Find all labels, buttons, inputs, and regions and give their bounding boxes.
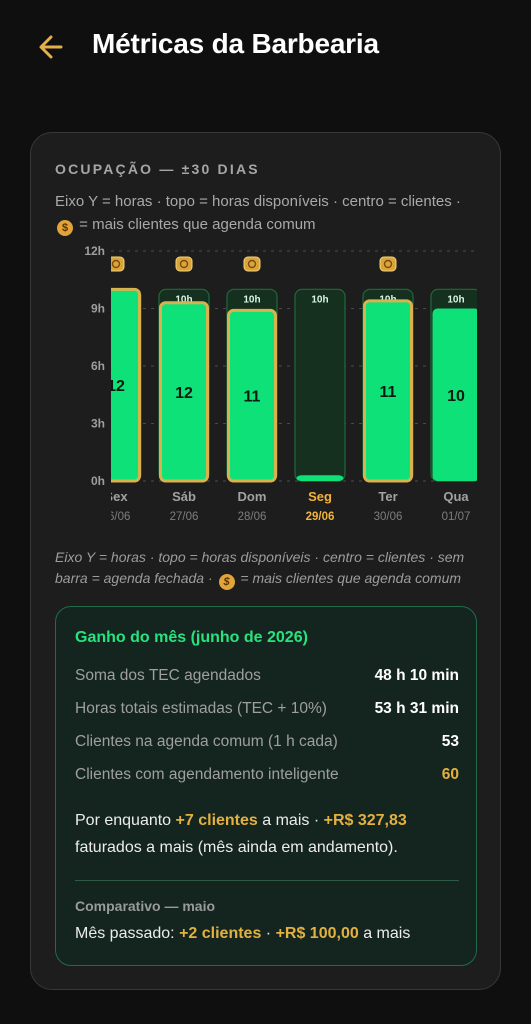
metric-value: 60 <box>441 766 459 783</box>
x-date-label: 29/06 <box>306 511 335 523</box>
occupancy-bar[interactable] <box>296 475 344 481</box>
metric-value: 53 <box>441 733 459 750</box>
compare-summary: Mês passado: +2 clientes · +R$ 100,00 a … <box>75 925 410 943</box>
available-hours-label: 10h <box>311 294 328 305</box>
gain-summary: Por enquanto +7 clientes a mais · +R$ 32… <box>75 807 465 861</box>
compare-text: · <box>261 925 276 942</box>
compare-text: Mês passado: <box>75 925 180 942</box>
compare-text: a mais <box>358 925 411 942</box>
money-bag-icon <box>111 256 125 272</box>
money-bag-icon <box>379 256 397 272</box>
divider <box>75 880 459 881</box>
page-title: Métricas da Barbearia <box>92 28 379 59</box>
summary-text: a mais · <box>257 812 324 829</box>
x-day-label: Qua <box>443 489 469 504</box>
app-header: Métricas da Barbearia <box>0 0 531 100</box>
arrow-left-icon <box>39 35 63 59</box>
gain-title: Ganho do mês (junho de 2026) <box>75 629 308 646</box>
back-button[interactable] <box>34 30 68 64</box>
section-title: OCUPAÇÃO — ±30 DIAS <box>55 161 260 177</box>
x-date-label: 28/06 <box>238 511 267 523</box>
metric-label: Clientes na agenda comum (1 h cada) <box>75 733 338 750</box>
occupancy-chart[interactable]: 0h3h6h9h12h10h12Sex26/0610h12Sáb27/0610h… <box>31 241 502 531</box>
note-text-end: = mais clientes que agenda comum <box>236 570 462 586</box>
x-date-label: 01/07 <box>442 511 471 523</box>
x-day-label: Ter <box>378 489 397 504</box>
bars-group: 10h 12 Sex 26/06 10h 12 Sáb 27/06 10h 11 Dom 28/06 1… <box>102 256 477 523</box>
compare-revenue-highlight: +R$ 100,00 <box>275 925 359 942</box>
x-date-label: 30/06 <box>374 511 403 523</box>
extra-clients-highlight: +7 clientes <box>175 812 258 829</box>
summary-text: Por enquanto <box>75 812 176 829</box>
available-hours-label: 10h <box>243 294 260 305</box>
x-date-label: 26/06 <box>102 511 131 523</box>
chart-legend-note: Eixo Y = horas · topo = horas disponívei… <box>55 547 485 590</box>
chart-description: Eixo Y = horas · topo = horas disponívei… <box>55 190 485 236</box>
money-bag-icon: $ <box>218 574 235 590</box>
client-count-label: 10 <box>447 388 465 405</box>
client-count-label: 12 <box>175 385 193 402</box>
summary-text: faturados a mais (mês ainda em andamento… <box>75 839 398 856</box>
metric-label: Horas totais estimadas (TEC + 10%) <box>75 700 327 717</box>
client-count-label: 11 <box>244 389 261 406</box>
description-text: Eixo Y = horas · topo = horas disponívei… <box>55 193 461 210</box>
x-date-label: 27/06 <box>170 511 199 523</box>
y-tick-label: 6h <box>91 359 105 373</box>
client-count-label: 12 <box>107 378 125 395</box>
monthly-gain-panel: Ganho do mês (junho de 2026) Soma dos TE… <box>55 606 477 966</box>
metric-value: 53 h 31 min <box>374 700 459 717</box>
x-day-label: Sex <box>104 489 128 504</box>
money-bag-icon <box>243 256 261 272</box>
compare-title: Comparativo — maio <box>75 898 216 914</box>
y-tick-label: 0h <box>91 474 105 488</box>
y-tick-label: 9h <box>91 302 105 316</box>
money-bag-icon <box>175 256 193 272</box>
x-day-label: Seg <box>308 489 332 504</box>
metric-label: Clientes com agendamento inteligente <box>75 766 339 783</box>
description-text-end: = mais clientes que agenda comum <box>75 216 316 233</box>
occupancy-card: OCUPAÇÃO — ±30 DIAS Eixo Y = horas · top… <box>30 132 501 990</box>
metric-label: Soma dos TEC agendados <box>75 667 261 684</box>
extra-revenue-highlight: +R$ 327,83 <box>323 812 407 829</box>
x-day-label: Sáb <box>172 489 196 504</box>
client-count-label: 11 <box>380 384 397 401</box>
money-bag-icon: $ <box>57 220 73 236</box>
available-hours-label: 10h <box>447 294 464 305</box>
chart-svg: 0h3h6h9h12h10h12Sex26/0610h12Sáb27/0610h… <box>84 244 477 523</box>
metric-value: 48 h 10 min <box>374 667 459 684</box>
y-tick-label: 12h <box>84 244 105 258</box>
y-tick-label: 3h <box>91 417 105 431</box>
x-day-label: Dom <box>238 489 267 504</box>
available-hours-box[interactable] <box>294 288 346 482</box>
compare-clients-highlight: +2 clientes <box>179 925 262 942</box>
